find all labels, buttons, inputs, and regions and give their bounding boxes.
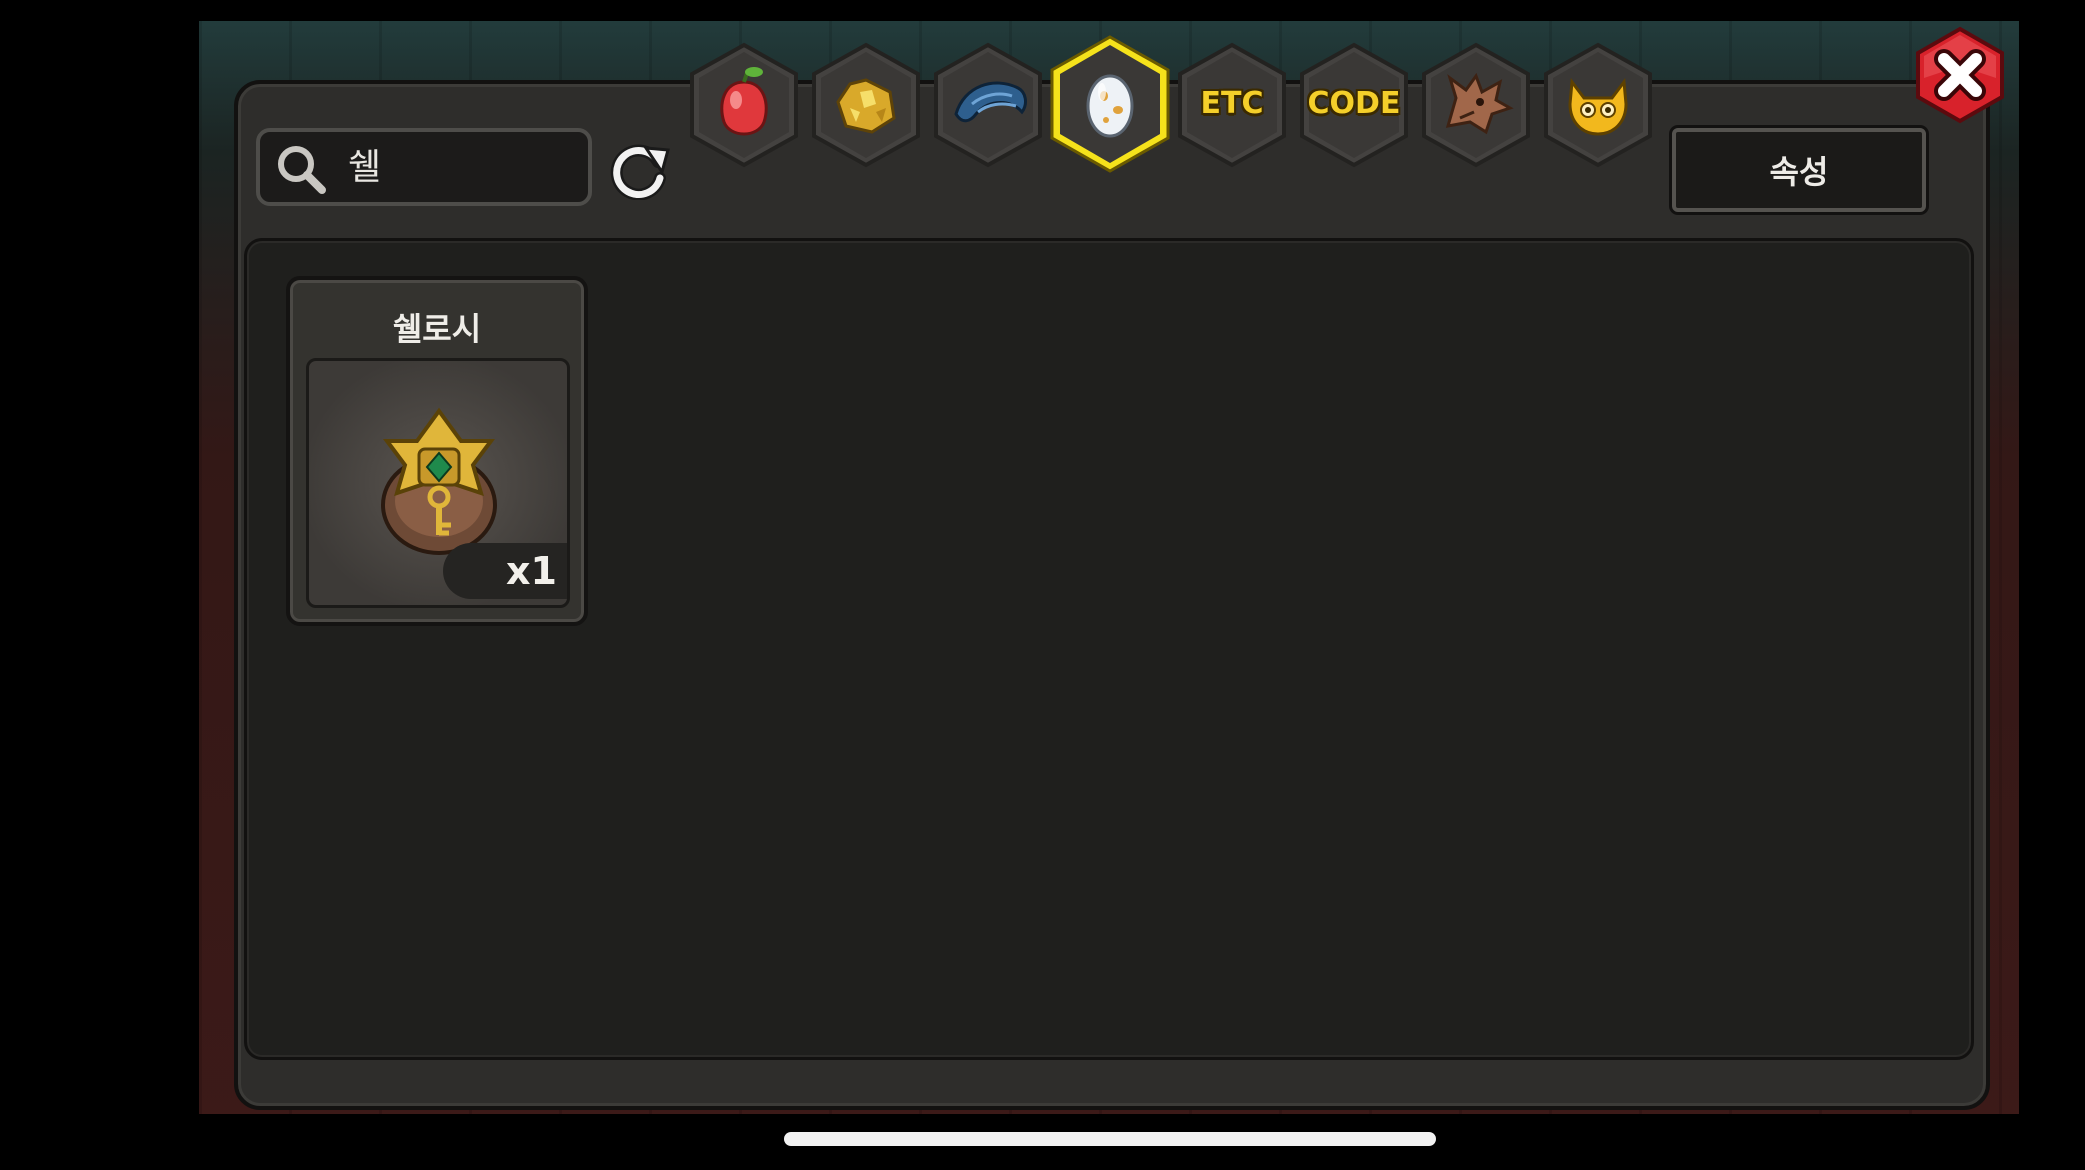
search-icon [278,146,326,194]
attribute-button[interactable]: 속성 [1672,128,1926,212]
item-count-badge: x1 [443,543,567,599]
home-indicator[interactable] [784,1132,1436,1146]
close-icon[interactable] [1914,26,2006,124]
tab-code-label: CODE [1307,86,1401,121]
tab-scale[interactable] [932,42,1044,168]
tab-code[interactable]: CODE [1298,42,1410,168]
refresh-icon[interactable] [608,140,672,200]
tab-fruit[interactable] [688,42,800,168]
shell-key-icon [381,407,497,555]
search-input[interactable]: 쉘 [256,128,592,206]
tab-dragon[interactable] [1420,42,1532,168]
tab-ore[interactable] [810,42,922,168]
item-image-frame: x1 [306,358,570,608]
item-card[interactable]: 쉘로시 x1 [286,276,588,626]
search-input-value: 쉘 [348,147,382,188]
category-tabs: ETC CODE [682,34,1682,174]
egg-icon [1086,74,1134,138]
item-name: 쉘로시 [392,310,482,348]
tab-etc[interactable]: ETC [1176,42,1288,168]
tab-egg[interactable] [1048,34,1172,174]
tab-etc-label: ETC [1200,86,1264,121]
tab-pet[interactable] [1542,42,1654,168]
